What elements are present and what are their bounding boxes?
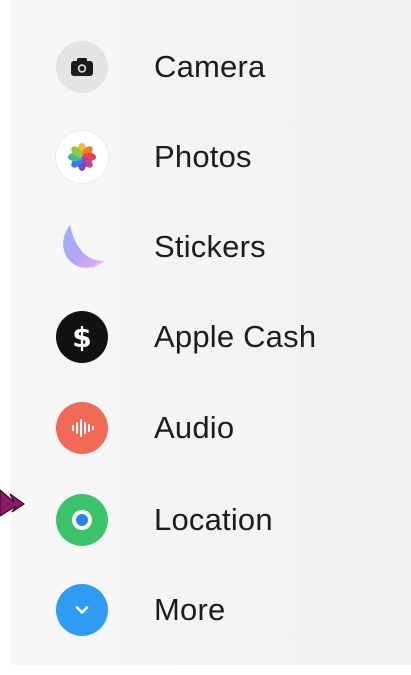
menu-item-label: Stickers (154, 229, 266, 264)
menu-item-label: Apple Cash (154, 319, 317, 354)
apple-cash-icon: $ (56, 311, 108, 363)
camera-icon (56, 41, 108, 93)
audio-icon (56, 402, 108, 454)
menu-item-label: Photos (154, 139, 252, 174)
attachment-menu-screen: Camera Photos Stickers $ Apple Cash Audi… (0, 0, 411, 675)
attachment-menu-panel: Camera Photos Stickers $ Apple Cash Audi… (10, 0, 411, 665)
arrow-pointer-icon (0, 482, 30, 522)
menu-item-apple-cash[interactable]: $ Apple Cash (56, 307, 386, 367)
menu-item-audio[interactable]: Audio (56, 398, 386, 458)
menu-item-label: Location (154, 502, 273, 537)
menu-item-more[interactable]: More (56, 580, 386, 640)
chevron-down-icon (56, 584, 108, 636)
menu-item-photos[interactable]: Photos (56, 127, 386, 187)
menu-item-label: Camera (154, 49, 266, 84)
menu-item-label: Audio (154, 410, 235, 445)
menu-item-stickers[interactable]: Stickers (56, 217, 386, 277)
svg-text:$: $ (72, 321, 91, 354)
stickers-icon (56, 221, 108, 273)
menu-item-label: More (154, 592, 226, 627)
menu-item-location[interactable]: Location (56, 490, 386, 550)
location-icon (56, 494, 108, 546)
menu-item-camera[interactable]: Camera (56, 37, 386, 97)
photos-icon (56, 131, 108, 183)
